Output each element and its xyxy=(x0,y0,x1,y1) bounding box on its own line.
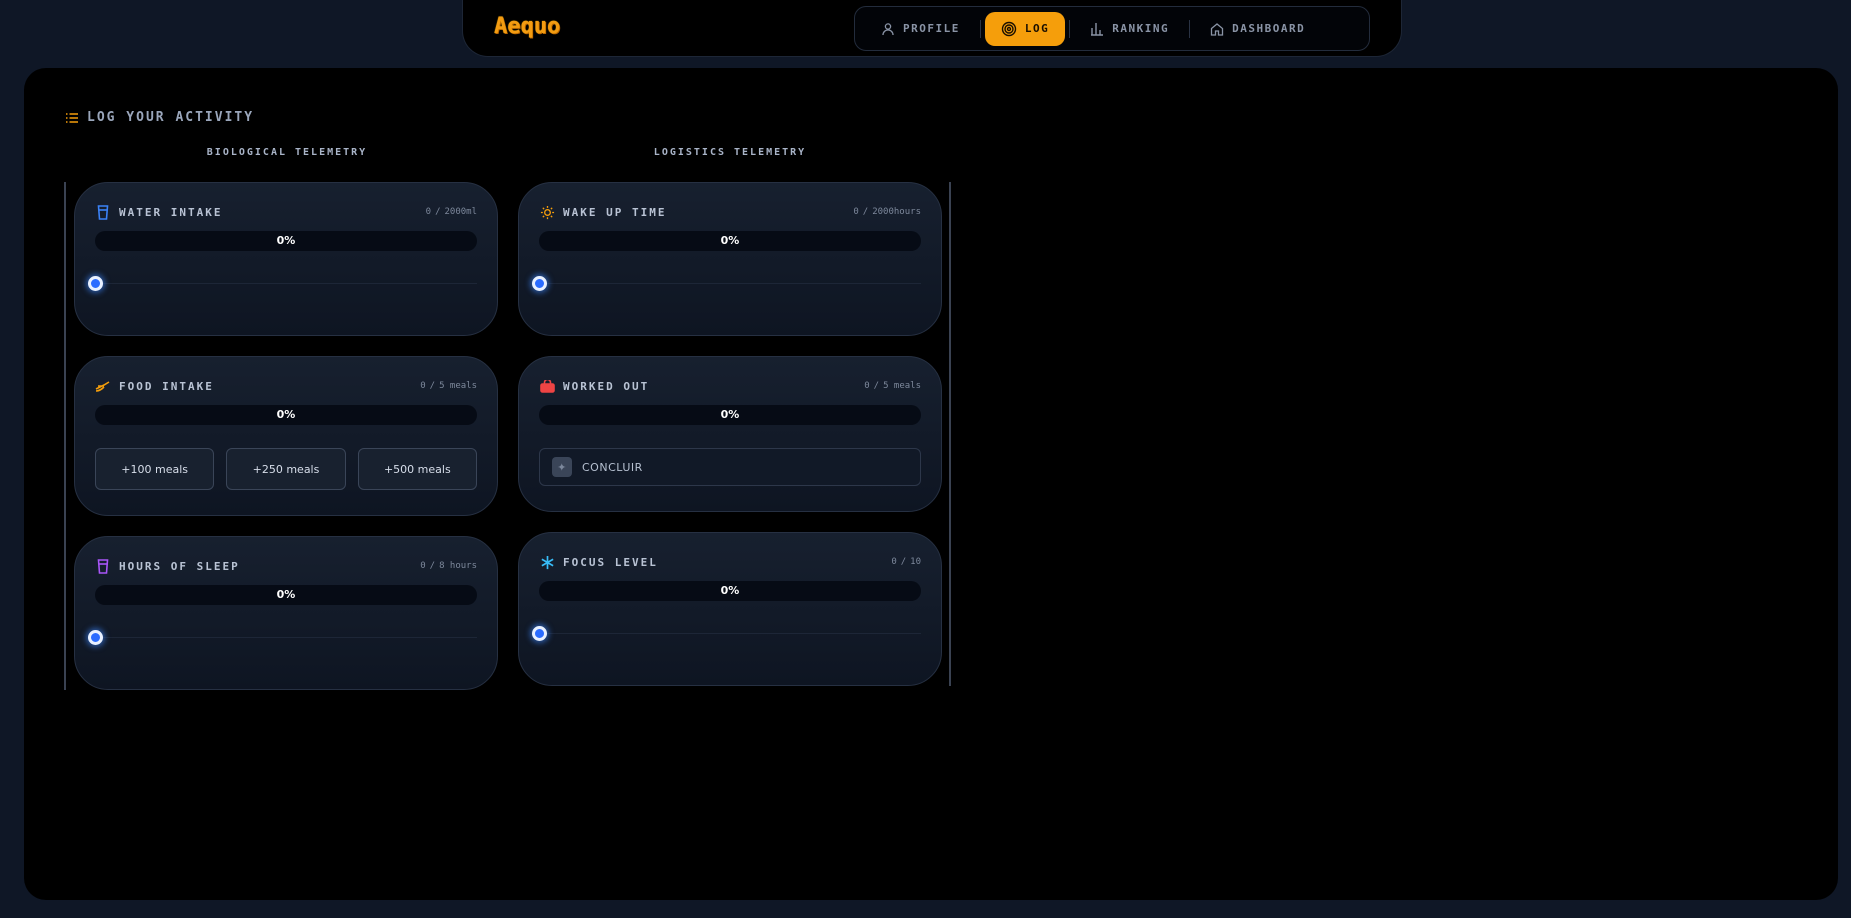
goal-current: 0 xyxy=(420,381,426,391)
main-panel: LOG YOUR ACTIVITY BIOLOGICAL TELEMETRY L… xyxy=(24,68,1838,900)
bag-icon xyxy=(539,378,555,394)
water-slider[interactable] xyxy=(88,276,477,291)
card-title-text: FOCUS LEVEL xyxy=(563,555,658,569)
progress-label: 0% xyxy=(720,234,740,247)
add-250-meals-button[interactable]: +250 meals xyxy=(226,448,346,490)
progress-label: 0% xyxy=(720,408,740,421)
goal-target: 10 xyxy=(910,557,921,567)
nav-label: LOG xyxy=(1024,22,1050,35)
card-food-intake: FOOD INTAKE 0/5 meals 0% +100 meals +250… xyxy=(74,356,498,516)
column-header-logistics: LOGISTICS TELEMETRY xyxy=(653,147,807,158)
slider-knob[interactable] xyxy=(88,630,103,645)
card-worked-out: WORKED OUT 0/5 meals 0% ✦ CONCLUIR xyxy=(518,356,942,512)
card-goal: 0/5 meals xyxy=(420,381,477,391)
slider-knob[interactable] xyxy=(88,276,103,291)
goal-current: 0 xyxy=(853,207,859,217)
asterisk-icon xyxy=(539,554,555,570)
slider-knob[interactable] xyxy=(532,626,547,641)
progress-label: 0% xyxy=(720,584,740,597)
card-title-text: HOURS OF SLEEP xyxy=(119,559,240,573)
card-goal: 0/10 xyxy=(891,557,921,567)
nav-label: RANKING xyxy=(1112,22,1170,35)
bar-chart-icon xyxy=(1091,22,1104,36)
goal-target: 5 meals xyxy=(439,381,477,391)
card-goal: 0/5 meals xyxy=(864,381,921,391)
progress-bar: 0% xyxy=(95,585,477,605)
nav-item-ranking[interactable]: RANKING xyxy=(1074,12,1185,46)
nav-item-dashboard[interactable]: DASHBOARD xyxy=(1194,12,1321,46)
card-goal: 0/8 hours xyxy=(420,561,477,571)
nav-divider xyxy=(1069,19,1071,38)
nav-divider xyxy=(979,19,981,38)
nav-label: PROFILE xyxy=(903,22,960,35)
conclude-button[interactable]: ✦ CONCLUIR xyxy=(539,448,921,486)
card-goal: 0/2000ml xyxy=(425,207,477,217)
card-title-text: FOOD INTAKE xyxy=(119,379,214,393)
add-100-meals-button[interactable]: +100 meals xyxy=(95,448,215,490)
focus-slider[interactable] xyxy=(532,626,921,641)
glass-icon xyxy=(95,558,111,574)
add-500-meals-button[interactable]: +500 meals xyxy=(357,448,477,490)
target-icon xyxy=(1001,21,1017,36)
conclude-label: CONCLUIR xyxy=(582,460,643,474)
goal-target: 2000ml xyxy=(444,207,477,217)
slider-knob[interactable] xyxy=(532,276,547,291)
card-wake-up-time: WAKE UP TIME 0/2000hours 0% xyxy=(518,182,942,336)
card-title-text: WORKED OUT xyxy=(563,379,650,393)
page-title-text: LOG YOUR ACTIVITY xyxy=(87,110,255,125)
food-icon xyxy=(95,378,111,394)
nav-divider xyxy=(1189,19,1191,38)
progress-bar: 0% xyxy=(95,405,477,425)
goal-current: 0 xyxy=(864,381,870,391)
goal-target: 5 meals xyxy=(883,381,921,391)
goal-target: 8 hours xyxy=(439,561,477,571)
progress-label: 0% xyxy=(276,408,296,421)
goal-current: 0 xyxy=(420,561,426,571)
progress-label: 0% xyxy=(276,588,296,601)
progress-bar: 0% xyxy=(539,231,921,251)
checkbox-icon: ✦ xyxy=(552,457,572,477)
progress-bar: 0% xyxy=(95,231,477,251)
sleep-slider[interactable] xyxy=(88,630,477,645)
card-focus-level: FOCUS LEVEL 0/10 0% xyxy=(518,532,942,686)
home-icon xyxy=(1210,22,1224,36)
nav-label: DASHBOARD xyxy=(1232,22,1306,35)
column-header-biological: BIOLOGICAL TELEMETRY xyxy=(206,147,368,158)
page-title: LOG YOUR ACTIVITY xyxy=(65,110,254,125)
progress-bar: 0% xyxy=(539,581,921,601)
card-goal: 0/2000hours xyxy=(853,207,921,217)
progress-bar: 0% xyxy=(539,405,921,425)
goal-target: 2000hours xyxy=(872,207,921,217)
column-divider-left xyxy=(64,182,66,690)
nav-item-profile[interactable]: PROFILE xyxy=(865,12,976,46)
app-logo[interactable]: Aequo xyxy=(494,14,560,39)
quick-add-buttons: +100 meals +250 meals +500 meals xyxy=(95,448,477,490)
user-icon xyxy=(882,22,894,35)
glass-icon xyxy=(95,204,111,220)
column-divider-right xyxy=(949,182,951,686)
sun-icon xyxy=(539,204,555,220)
nav-item-log[interactable]: LOG xyxy=(984,11,1066,46)
goal-current: 0 xyxy=(891,557,897,567)
wake-slider[interactable] xyxy=(532,276,921,291)
list-icon xyxy=(66,112,78,123)
main-nav: PROFILE LOG RANKING DASHBOARD xyxy=(854,6,1370,51)
progress-label: 0% xyxy=(276,234,296,247)
top-bar: Aequo PROFILE LOG RANKING DASHBOARD xyxy=(462,0,1402,57)
card-hours-of-sleep: HOURS OF SLEEP 0/8 hours 0% xyxy=(74,536,498,690)
goal-current: 0 xyxy=(425,207,432,217)
card-water-intake: WATER INTAKE 0/2000ml 0% xyxy=(74,182,498,336)
card-title-text: WAKE UP TIME xyxy=(563,205,667,219)
card-title-text: WATER INTAKE xyxy=(119,205,223,219)
